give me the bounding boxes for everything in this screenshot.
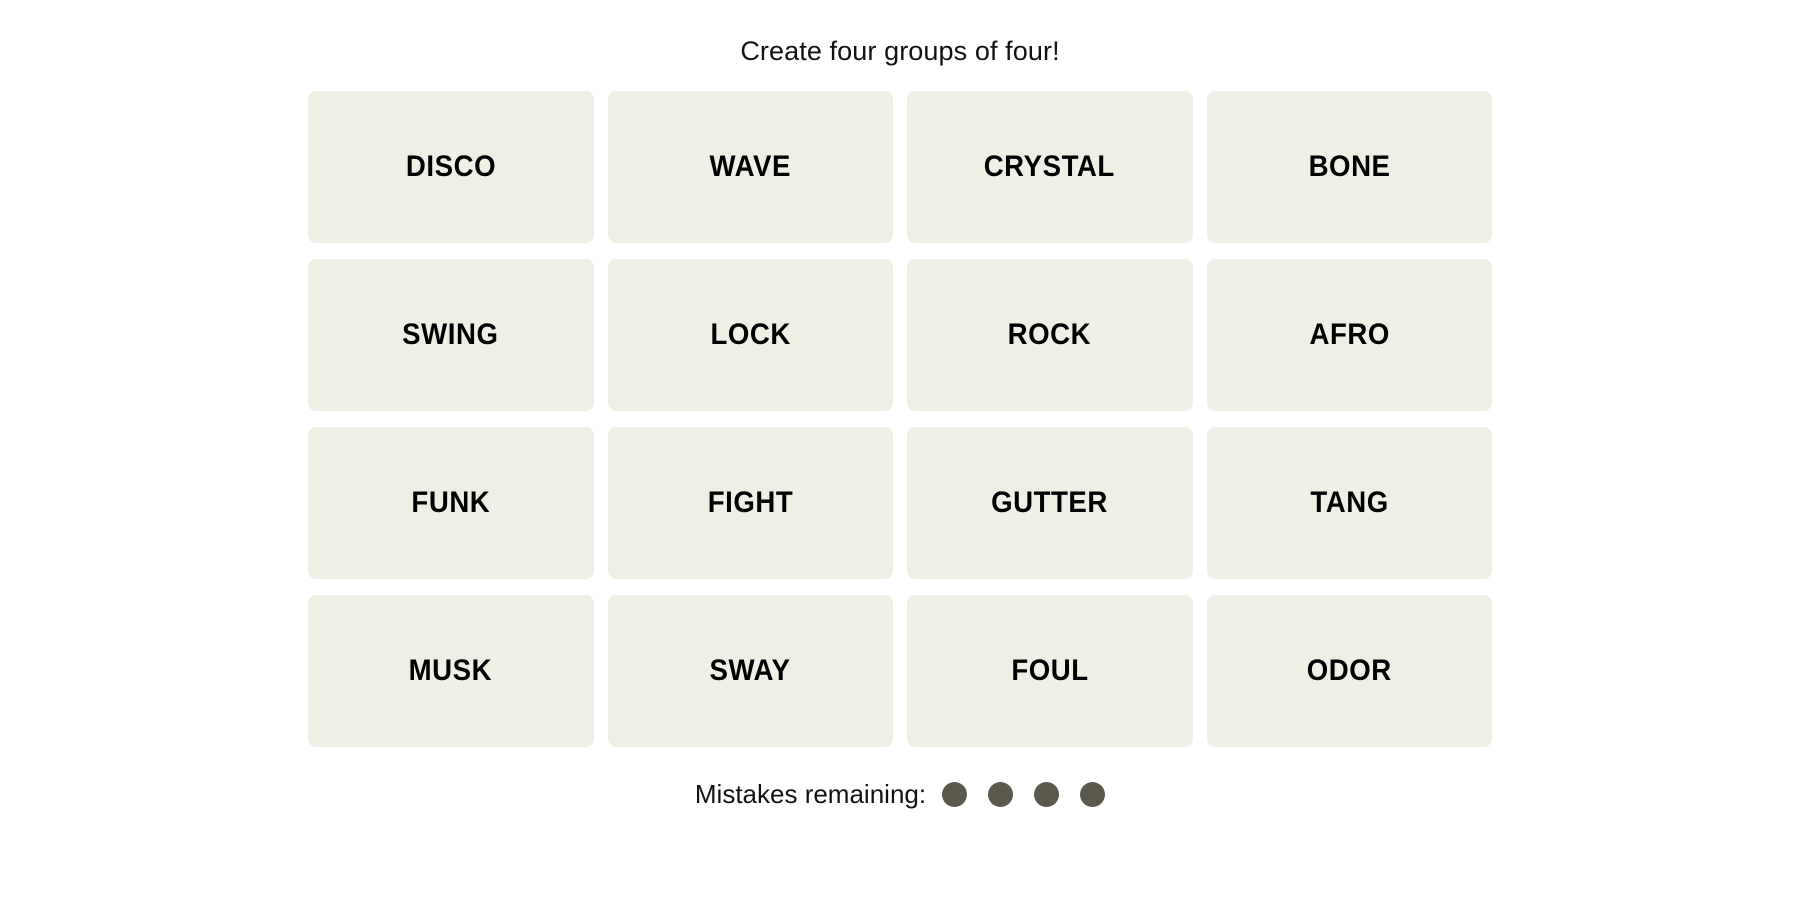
word-tile-label: SWAY	[709, 654, 791, 687]
word-tile[interactable]: FIGHT	[607, 427, 893, 579]
mistake-dot	[942, 781, 968, 807]
mistake-dot	[1080, 781, 1106, 807]
word-tile-grid: DISCO WAVE CRYSTAL BONE SWING LOCK ROCK AFRO FUN…	[308, 91, 1492, 747]
word-tile[interactable]: ODOR	[1206, 595, 1492, 747]
word-tile[interactable]: SWAY	[607, 595, 893, 747]
connections-game: Create four groups of four! DISCO WAVE CRY…	[0, 0, 1800, 900]
word-tile-label: CRYSTAL	[984, 150, 1116, 183]
word-tile[interactable]: FUNK	[308, 427, 594, 579]
word-tile-label: ROCK	[1008, 318, 1092, 351]
mistakes-remaining-row: Mistakes remaining:	[694, 779, 1106, 809]
mistake-dot	[988, 781, 1014, 807]
word-tile-label: GUTTER	[991, 486, 1109, 519]
word-tile[interactable]: FOUL	[907, 595, 1193, 747]
word-tile[interactable]: BONE	[1206, 91, 1492, 243]
word-tile-label: TANG	[1310, 486, 1389, 519]
mistake-dot-group	[942, 781, 1106, 807]
page-title: Create four groups of four!	[740, 36, 1060, 66]
mistakes-remaining-label: Mistakes remaining:	[694, 779, 927, 809]
word-tile-label: BONE	[1308, 150, 1391, 183]
word-tile-label: AFRO	[1309, 318, 1390, 351]
word-tile[interactable]: TANG	[1206, 427, 1492, 579]
word-tile[interactable]: AFRO	[1206, 259, 1492, 411]
word-tile[interactable]: LOCK	[607, 259, 893, 411]
word-tile-label: ODOR	[1306, 654, 1392, 687]
word-tile[interactable]: ROCK	[907, 259, 1193, 411]
word-tile[interactable]: MUSK	[308, 595, 594, 747]
mistake-dot	[1034, 781, 1060, 807]
word-tile-label: FOUL	[1011, 654, 1089, 687]
word-tile[interactable]: CRYSTAL	[907, 91, 1193, 243]
word-tile-label: WAVE	[709, 150, 791, 183]
word-tile[interactable]: WAVE	[607, 91, 893, 243]
word-tile-label: SWING	[402, 318, 499, 351]
word-tile-label: FUNK	[411, 486, 491, 519]
word-tile[interactable]: SWING	[308, 259, 594, 411]
word-tile[interactable]: GUTTER	[907, 427, 1193, 579]
word-tile-label: MUSK	[409, 654, 493, 687]
word-tile-label: DISCO	[405, 150, 496, 183]
word-tile-label: LOCK	[710, 318, 791, 351]
word-tile[interactable]: DISCO	[308, 91, 594, 243]
word-tile-label: FIGHT	[707, 486, 794, 519]
